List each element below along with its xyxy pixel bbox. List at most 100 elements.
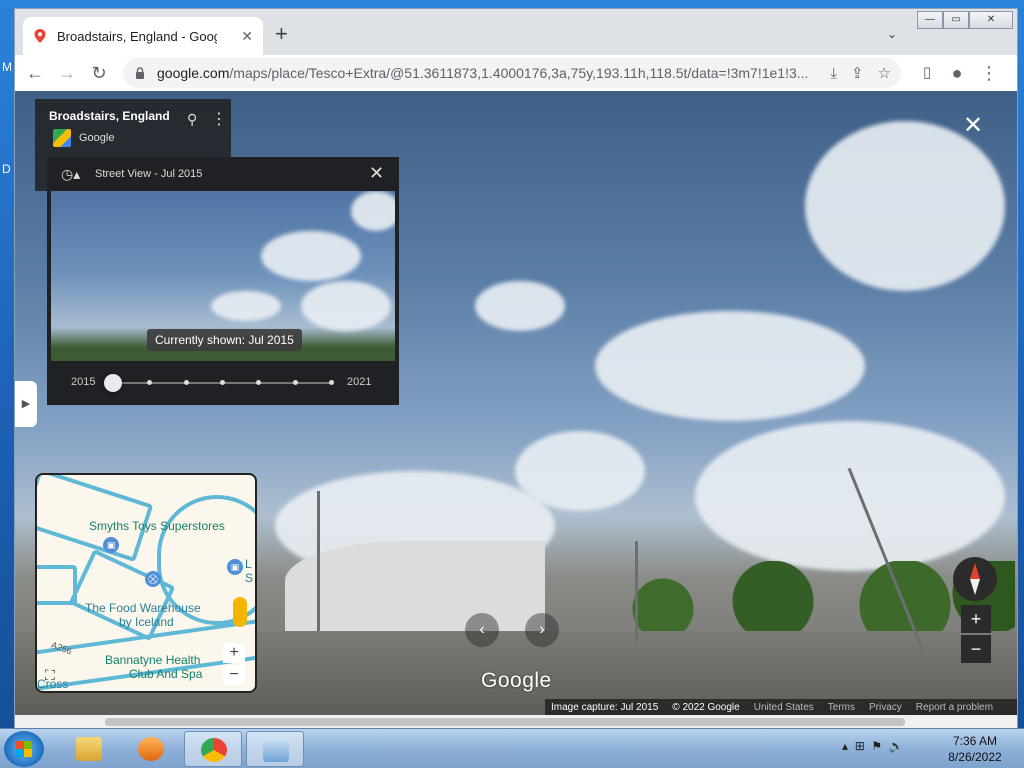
browser-menu-icon[interactable]: ⋮: [977, 61, 1001, 85]
navigate-right-arrow[interactable]: ›: [525, 613, 559, 647]
cloud: [595, 311, 865, 421]
map-label-bannatyne[interactable]: Bannatyne Health: [105, 653, 200, 667]
time-machine-slider[interactable]: 2015 2021: [47, 361, 399, 405]
chrome-window: Broadstairs, England - Google Maps ✕ + ⌄…: [14, 8, 1018, 730]
time-machine-preview[interactable]: Currently shown: Jul 2015: [51, 191, 395, 361]
navigate-left-arrow[interactable]: ‹: [465, 613, 499, 647]
report-problem-link[interactable]: Report a problem: [916, 702, 993, 713]
bookmark-star-icon[interactable]: ☆: [878, 64, 891, 82]
shopping-cart-pin-icon[interactable]: ⛒: [145, 571, 161, 587]
map-road: [37, 475, 154, 563]
share-icon[interactable]: ⇪: [851, 64, 864, 82]
lock-icon: [136, 67, 144, 79]
system-tray-icons[interactable]: ▴ ⊞ ⚑ 🔈: [842, 739, 904, 753]
zoom-out-button[interactable]: −: [961, 635, 991, 663]
back-icon[interactable]: ←: [23, 61, 47, 85]
slider-stop[interactable]: [147, 380, 153, 385]
street-lamp: [317, 491, 320, 631]
close-window-button[interactable]: ✕: [969, 11, 1013, 29]
time-machine-header: ◷▴ Street View - Jul 2015 ✕: [47, 157, 399, 191]
street-lamp: [635, 541, 638, 641]
slider-year-end: 2021: [347, 376, 372, 388]
browser-toolbar: ← → ↻ google.com/maps/place/Tesco+Extra/…: [15, 55, 1017, 91]
currently-shown-tooltip: Currently shown: Jul 2015: [147, 329, 302, 351]
side-panel-icon[interactable]: ▯: [915, 61, 939, 85]
history-clock-icon[interactable]: ◷▴: [61, 166, 80, 183]
url-text: google.com/maps/place/Tesco+Extra/@51.36…: [157, 65, 809, 81]
trees: [575, 561, 1015, 641]
google-maps-logo: [53, 129, 71, 147]
taskbar-chrome[interactable]: [184, 731, 242, 767]
chrome-icon: [201, 738, 227, 762]
zoom-in-button[interactable]: +: [961, 605, 991, 633]
map-label-partial: L: [245, 557, 252, 571]
cloud: [805, 121, 1005, 291]
forward-icon[interactable]: →: [55, 61, 79, 85]
terms-link[interactable]: Terms: [828, 702, 855, 713]
pegman-icon[interactable]: [233, 597, 247, 627]
slider-stop[interactable]: [292, 380, 298, 385]
copyright-text: © 2022 Google: [672, 701, 740, 713]
minimap[interactable]: Smyths Toys Superstores ▣ ⛒ The Food War…: [35, 473, 257, 693]
maximize-button[interactable]: ▭: [943, 11, 969, 29]
horizontal-scrollbar[interactable]: [15, 715, 1017, 729]
street-view-footer: Image capture: Jul 2015 © 2022 Google Un…: [545, 699, 1017, 715]
taskbar: ▴ ⊞ ⚑ 🔈 7:36 AM 8/26/2022: [0, 728, 1024, 768]
privacy-link[interactable]: Privacy: [869, 702, 902, 713]
taskbar-explorer[interactable]: [60, 731, 118, 767]
minimap-zoom-in-button[interactable]: +: [223, 643, 245, 663]
google-logo: Google: [481, 669, 552, 692]
cloud: [695, 421, 1005, 571]
clock-time: 7:36 AM: [952, 734, 998, 748]
map-label-partial: S: [245, 571, 254, 585]
street-view-viewport[interactable]: ✕ Broadstairs, England Google ⚲ ⋮ ◷▴ Str…: [15, 91, 1017, 715]
control-panel-icon: [263, 738, 289, 762]
start-button[interactable]: [4, 731, 44, 767]
building: [285, 541, 545, 635]
google-maps-favicon-icon: [34, 29, 46, 43]
install-app-icon[interactable]: ⤓: [830, 65, 837, 82]
cloud: [211, 291, 281, 321]
tab-broadstairs[interactable]: Broadstairs, England - Google Maps ✕: [23, 17, 263, 55]
country-link[interactable]: United States: [754, 702, 814, 713]
clock[interactable]: 7:36 AM 8/26/2022: [940, 733, 1010, 765]
desktop-icon-label: M: [2, 60, 12, 74]
map-label-by-iceland[interactable]: by Iceland: [119, 615, 174, 629]
slider-stop[interactable]: [329, 380, 334, 385]
taskbar-media-player[interactable]: [122, 731, 180, 767]
map-label-smyths[interactable]: Smyths Toys Superstores: [89, 519, 225, 533]
tab-close-icon[interactable]: ✕: [241, 28, 253, 45]
scrollbar-thumb[interactable]: [105, 718, 905, 726]
minimap-zoom-out-button[interactable]: −: [223, 665, 245, 685]
tab-strip: Broadstairs, England - Google Maps ✕ + ⌄…: [15, 9, 1017, 55]
image-capture-date: Image capture: Jul 2015: [551, 701, 659, 713]
address-bar[interactable]: google.com/maps/place/Tesco+Extra/@51.36…: [123, 58, 901, 88]
minimize-button[interactable]: —: [917, 11, 943, 29]
folder-icon: [76, 737, 102, 761]
time-machine-panel: ◷▴ Street View - Jul 2015 ✕ Currently sh…: [47, 157, 399, 405]
slider-stop[interactable]: [256, 380, 262, 385]
close-time-machine-button[interactable]: ✕: [369, 163, 384, 184]
more-options-icon[interactable]: ⋮: [211, 109, 227, 129]
map-label-food-warehouse[interactable]: The Food Warehouse: [85, 601, 201, 615]
shopping-bag-pin-icon[interactable]: ▣: [227, 559, 243, 575]
new-tab-button[interactable]: +: [275, 23, 288, 45]
clock-date: 8/26/2022: [948, 750, 1002, 764]
expand-map-icon[interactable]: ⛶: [45, 667, 55, 684]
tab-search-icon[interactable]: ⌄: [887, 27, 897, 41]
slider-stop[interactable]: [183, 380, 189, 385]
location-pin-icon[interactable]: ⚲: [187, 111, 197, 128]
close-street-view-button[interactable]: ✕: [963, 111, 983, 140]
slider-stop[interactable]: [220, 380, 225, 385]
shopping-bag-pin-icon[interactable]: ▣: [103, 537, 119, 553]
tab-title: Broadstairs, England - Google Maps: [57, 28, 217, 44]
compass-icon[interactable]: [953, 557, 997, 601]
map-label-club-spa[interactable]: Club And Spa: [129, 667, 202, 681]
cloud: [301, 281, 391, 331]
reload-icon[interactable]: ↻: [87, 61, 111, 85]
slider-thumb[interactable]: [104, 374, 122, 392]
taskbar-control-panel[interactable]: [246, 731, 304, 767]
media-player-icon: [138, 737, 164, 761]
expand-side-panel-button[interactable]: ▶: [15, 381, 37, 427]
profile-avatar-icon[interactable]: ●: [945, 61, 969, 85]
